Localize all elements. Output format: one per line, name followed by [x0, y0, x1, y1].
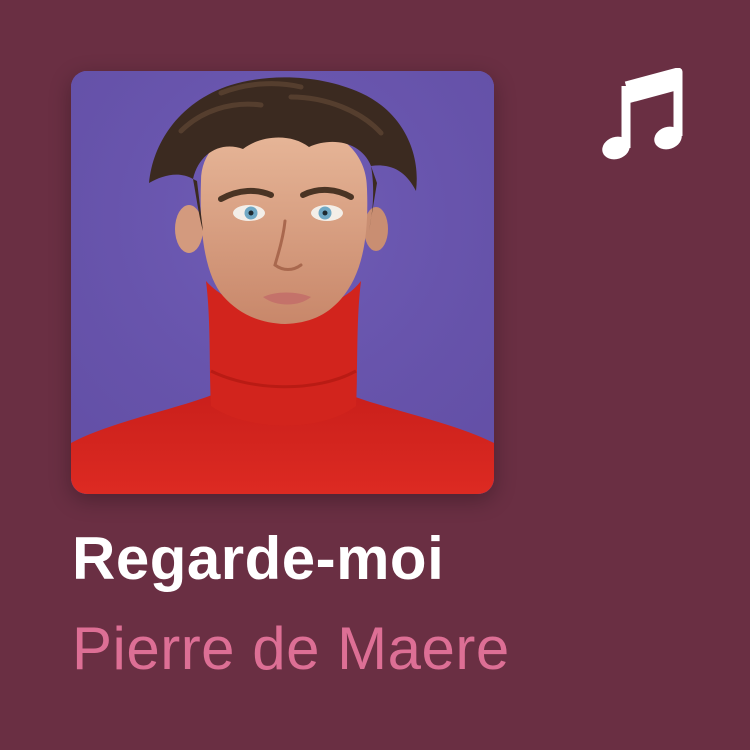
- track-title[interactable]: Regarde-moi: [72, 524, 444, 593]
- album-cover-portrait: [71, 71, 494, 494]
- album-artwork[interactable]: [71, 71, 494, 494]
- now-playing-card: Regarde-moi Pierre de Maere: [0, 0, 750, 750]
- artist-name[interactable]: Pierre de Maere: [72, 614, 510, 683]
- music-note-icon: [600, 67, 684, 164]
